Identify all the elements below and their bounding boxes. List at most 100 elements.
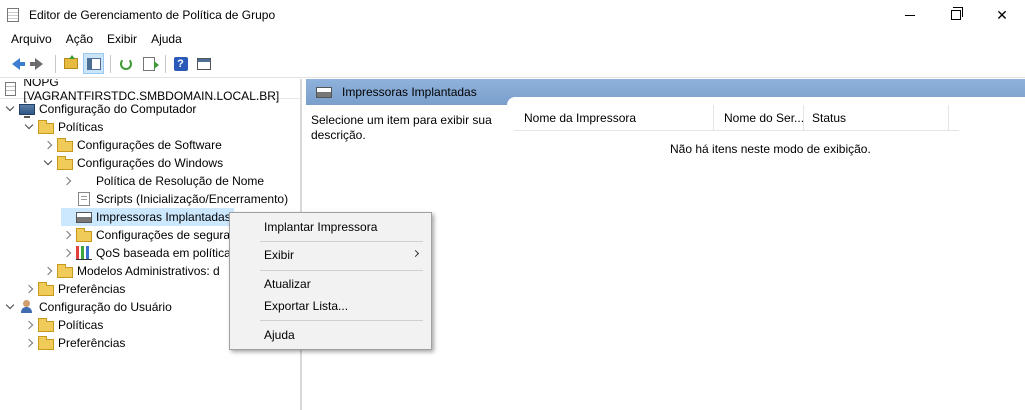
- tree-item-label: Configuração do Usuário: [39, 300, 172, 314]
- folder-icon: [57, 137, 73, 152]
- title-bar: Editor de Gerenciamento de Política de G…: [0, 0, 1025, 30]
- menu-item-refresh[interactable]: Atualizar: [230, 273, 431, 295]
- tree-item-label: Configurações de Software: [77, 138, 222, 152]
- tree-item-label: Configurações de segurança: [96, 228, 250, 242]
- chevron-right-icon[interactable]: [61, 244, 73, 262]
- show-hide-tree-button[interactable]: [83, 53, 104, 74]
- back-arrow-icon: [11, 57, 25, 70]
- chevron-right-icon[interactable]: [23, 280, 35, 298]
- column-header-server-name[interactable]: Nome do Ser...: [714, 104, 804, 131]
- folder-icon: [38, 281, 54, 296]
- list-column-headers: Nome da Impressora Nome do Ser... Status: [514, 104, 959, 131]
- menu-item-export-list[interactable]: Exportar Lista...: [230, 295, 431, 317]
- menu-arquivo[interactable]: Arquivo: [4, 32, 59, 46]
- column-header-printer-name[interactable]: Nome da Impressora: [514, 104, 714, 131]
- tree-item-label: Política de Resolução de Nome: [96, 174, 265, 188]
- export-list-button[interactable]: [138, 53, 159, 74]
- chevron-down-icon[interactable]: [4, 100, 16, 118]
- tree-item-windows-settings[interactable]: Configurações do Windows: [42, 154, 223, 172]
- description-text: Selecione um item para exibir sua descri…: [311, 113, 492, 142]
- chevron-down-icon[interactable]: [42, 154, 54, 172]
- tree-item-name-resolution-policy[interactable]: Política de Resolução de Nome: [61, 172, 264, 190]
- properties-icon: [196, 57, 211, 70]
- window-title: Editor de Gerenciamento de Política de G…: [29, 8, 276, 22]
- tree-item-software-settings[interactable]: Configurações de Software: [42, 136, 222, 154]
- app-icon: [7, 8, 19, 22]
- chevron-right-icon[interactable]: [23, 334, 35, 352]
- chevron-right-icon[interactable]: [42, 136, 54, 154]
- back-button[interactable]: [5, 53, 26, 74]
- column-header-status[interactable]: Status: [804, 104, 949, 131]
- close-icon: ✕: [996, 6, 1008, 23]
- toolbar-separator: [110, 54, 111, 73]
- chevron-right-icon[interactable]: [23, 316, 35, 334]
- close-button[interactable]: ✕: [979, 0, 1025, 30]
- tree-item-user-policies[interactable]: Políticas: [23, 316, 103, 334]
- tree-item-label: Scripts (Inicialização/Encerramento): [96, 192, 289, 206]
- tree-item-label: Configuração do Computador: [39, 102, 197, 116]
- details-header: Impressoras Implantadas: [306, 79, 1025, 107]
- chevron-right-icon[interactable]: [42, 262, 54, 280]
- window-controls: ✕: [887, 0, 1025, 30]
- tree-root-label: NOPG [VAGRANTFIRSTDC.SMBDOMAIN.LOCAL.BR]: [23, 79, 280, 103]
- tree-root[interactable]: NOPG [VAGRANTFIRSTDC.SMBDOMAIN.LOCAL.BR]: [0, 79, 300, 103]
- tree-item-computer-configuration[interactable]: Configuração do Computador: [4, 100, 196, 118]
- restore-button[interactable]: [933, 0, 979, 30]
- minimize-icon: [905, 14, 915, 16]
- tree-item-user-configuration[interactable]: Configuração do Usuário: [4, 298, 172, 316]
- up-one-level-button[interactable]: [60, 53, 81, 74]
- up-folder-icon: [63, 55, 78, 69]
- tree-item-administrative-templates[interactable]: Modelos Administrativos: d: [42, 262, 220, 280]
- script-document-icon: [78, 192, 90, 206]
- minimize-button[interactable]: [887, 0, 933, 30]
- tree-item-security-settings[interactable]: Configurações de segurança: [61, 226, 249, 244]
- printer-icon: [316, 87, 332, 98]
- menu-item-view[interactable]: Exibir: [230, 244, 431, 266]
- bar-chart-icon: [76, 246, 92, 260]
- policy-document-icon: [5, 81, 17, 96]
- computer-icon: [19, 103, 35, 118]
- menu-exibir[interactable]: Exibir: [100, 32, 144, 46]
- menu-bar: Arquivo Ação Exibir Ajuda: [0, 30, 1025, 48]
- empty-list-message: Não há itens neste modo de exibição.: [670, 142, 871, 156]
- refresh-icon: [119, 57, 132, 70]
- help-button[interactable]: ?: [170, 53, 191, 74]
- folder-icon: [76, 227, 92, 242]
- menu-item-view-label: Exibir: [264, 248, 295, 262]
- submenu-arrow-icon: [411, 249, 420, 258]
- tree-item-preferences[interactable]: Preferências: [23, 280, 125, 298]
- menu-separator: [260, 241, 423, 242]
- refresh-button[interactable]: [115, 53, 136, 74]
- toolbar-separator: [165, 54, 166, 73]
- tree-item-label: Modelos Administrativos: d: [77, 264, 220, 278]
- tree-item-label: QoS baseada em política: [96, 246, 231, 260]
- menu-acao[interactable]: Ação: [59, 32, 100, 46]
- menu-item-help[interactable]: Ajuda: [230, 324, 431, 346]
- menu-item-deploy-printer[interactable]: Implantar Impressora: [230, 216, 431, 238]
- tree-item-user-preferences[interactable]: Preferências: [23, 334, 125, 352]
- toolbar-separator: [55, 54, 56, 73]
- chevron-down-icon[interactable]: [23, 118, 35, 136]
- tree-item-policies[interactable]: Políticas: [23, 118, 103, 136]
- chevron-right-icon[interactable]: [61, 172, 73, 190]
- folder-icon: [38, 317, 54, 332]
- context-menu: Implantar Impressora Exibir Atualizar Ex…: [229, 212, 432, 350]
- menu-ajuda[interactable]: Ajuda: [144, 32, 189, 46]
- tree-item-deployed-printers[interactable]: Impressoras Implantadas: [61, 208, 234, 226]
- user-icon: [19, 300, 35, 314]
- tree-item-label: Políticas: [58, 120, 104, 134]
- forward-button[interactable]: [28, 53, 49, 74]
- help-icon: ?: [173, 56, 188, 71]
- tree-item-policy-based-qos[interactable]: QoS baseada em política: [61, 244, 231, 262]
- tree-item-label: Configurações do Windows: [77, 156, 224, 170]
- properties-button[interactable]: [193, 53, 214, 74]
- tree-item-scripts[interactable]: Scripts (Inicialização/Encerramento): [61, 190, 288, 208]
- chevron-down-icon[interactable]: [4, 298, 16, 316]
- menu-separator: [260, 270, 423, 271]
- menu-separator: [260, 320, 423, 321]
- toolbar: ?: [0, 50, 1025, 78]
- details-header-title: Impressoras Implantadas: [342, 85, 477, 99]
- folder-icon: [38, 119, 54, 134]
- show-hide-tree-icon: [86, 57, 101, 70]
- chevron-right-icon[interactable]: [61, 226, 73, 244]
